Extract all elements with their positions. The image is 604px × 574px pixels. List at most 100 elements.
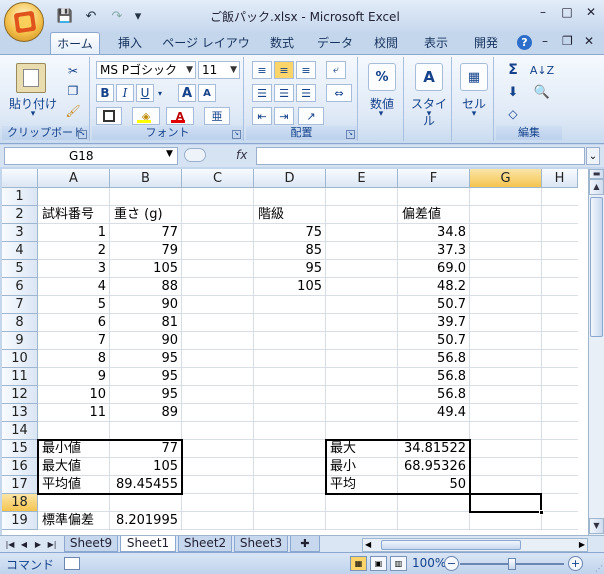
column-header-c[interactable]: C [182,169,254,188]
cell-d3[interactable]: 75 [254,224,326,242]
cell-b19[interactable]: 8.201995 [110,512,182,530]
font-launcher-icon[interactable]: ↘ [232,130,241,139]
row-header-1[interactable]: 1 [2,188,38,206]
phonetic-guide-button[interactable]: 亜 [204,107,230,125]
row-header-7[interactable]: 7 [2,296,38,314]
scroll-right-icon[interactable]: ▶ [579,539,585,551]
number-format-icon[interactable]: % [368,63,396,91]
row-header-6[interactable]: 6 [2,278,38,296]
orientation-icon[interactable]: ↗ [298,107,324,125]
cell-b17[interactable]: 89.45455 [110,476,182,494]
font-color-icon[interactable]: A [166,107,194,125]
cell-a11[interactable]: 9 [38,368,110,386]
cell-a17[interactable]: 平均値 [38,476,110,494]
cell-f12[interactable]: 56.8 [398,386,470,404]
cell-b16[interactable]: 105 [110,458,182,476]
row-header-15[interactable]: 15 [2,440,38,458]
decrease-indent-icon[interactable]: ⇤ [252,107,272,125]
column-header-e[interactable]: E [326,169,398,188]
row-header-8[interactable]: 8 [2,314,38,332]
align-right-icon[interactable]: ☰ [296,84,316,102]
insert-sheet-icon[interactable]: ✚ [290,536,320,552]
styles-icon[interactable]: A [415,63,443,91]
cell-e15[interactable]: 最大 [326,440,398,458]
cell-a12[interactable]: 10 [38,386,110,404]
borders-icon[interactable] [96,107,122,125]
ribbon-restore-button[interactable]: ❐ [562,34,573,48]
select-all-corner[interactable] [2,169,38,188]
grow-font-button[interactable]: A [178,84,196,102]
tab-formulas[interactable]: 数式 [260,32,304,54]
customize-qat-icon[interactable]: ▾ [132,7,144,25]
cell-b13[interactable]: 89 [110,404,182,422]
cell-d6[interactable]: 105 [254,278,326,296]
last-sheet-icon[interactable]: ▶| [46,538,58,551]
cell-b2[interactable]: 重さ (g) [110,206,182,224]
row-header-18[interactable]: 18 [2,494,38,512]
align-left-icon[interactable]: ☰ [252,84,272,102]
cell-f2[interactable]: 偏差値 [398,206,470,224]
zoom-slider-thumb[interactable] [508,558,516,570]
chevron-down-icon[interactable]: ▾ [424,109,434,119]
column-header-d[interactable]: D [254,169,326,188]
paste-dropdown-icon[interactable]: ▾ [28,109,38,119]
row-header-16[interactable]: 16 [2,458,38,476]
cell-b10[interactable]: 95 [110,350,182,368]
row-header-9[interactable]: 9 [2,332,38,350]
paste-icon[interactable] [16,63,46,93]
autosum-icon[interactable]: Σ [502,61,524,79]
cell-b12[interactable]: 95 [110,386,182,404]
chevron-down-icon[interactable]: ▼ [166,149,173,159]
close-button[interactable]: ✕ [582,4,600,20]
cell-e16[interactable]: 最小 [326,458,398,476]
cell-f3[interactable]: 34.8 [398,224,470,242]
help-icon[interactable]: ? [517,35,532,50]
page-break-view-icon[interactable]: ▥ [390,556,407,571]
cell-f13[interactable]: 49.4 [398,404,470,422]
prev-sheet-icon[interactable]: ◀ [18,538,30,551]
wrap-text-icon[interactable]: ⤶ [326,61,346,79]
sheet-tab-sheet9[interactable]: Sheet9 [64,536,118,552]
fill-color-icon[interactable]: ◈ [132,107,160,125]
tab-home[interactable]: ホーム [50,32,100,54]
horizontal-scroll-thumb[interactable] [381,540,521,550]
cell-f6[interactable]: 48.2 [398,278,470,296]
page-layout-view-icon[interactable]: ▣ [370,556,387,571]
tab-developer[interactable]: 開発 [466,32,506,54]
cell-b11[interactable]: 95 [110,368,182,386]
row-header-12[interactable]: 12 [2,386,38,404]
chevron-down-icon[interactable]: ▾ [469,109,479,119]
cell-a5[interactable]: 3 [38,260,110,278]
tab-page-layout[interactable]: ページ レイアウト [160,32,252,72]
tab-data[interactable]: データ [312,32,358,54]
cell-a19[interactable]: 標準偏差 [38,512,110,530]
sheet-tab-sheet3[interactable]: Sheet3 [234,536,288,552]
column-header-g[interactable]: G [470,169,542,188]
sort-filter-icon[interactable]: A↓Z [528,61,556,79]
cell-e17[interactable]: 平均 [326,476,398,494]
office-button[interactable] [4,2,44,42]
column-header-b[interactable]: B [110,169,182,188]
row-header-3[interactable]: 3 [2,224,38,242]
alignment-launcher-icon[interactable]: ↘ [346,130,355,139]
row-header-5[interactable]: 5 [2,260,38,278]
cell-b6[interactable]: 88 [110,278,182,296]
minimize-button[interactable]: – [534,4,552,20]
copy-icon[interactable]: ❐ [64,83,82,99]
fill-icon[interactable]: ⬇ [502,83,524,101]
macro-record-icon[interactable] [64,557,80,570]
redo-icon[interactable]: ↷ [106,7,128,25]
cell-f9[interactable]: 50.7 [398,332,470,350]
row-header-10[interactable]: 10 [2,350,38,368]
cut-icon[interactable]: ✂ [64,63,82,79]
underline-dropdown-icon[interactable]: ▾ [156,84,164,102]
cells-icon[interactable]: ▦ [460,63,488,91]
cell-f4[interactable]: 37.3 [398,242,470,260]
chevron-down-icon[interactable]: ▾ [376,109,386,119]
cell-a15[interactable]: 最小値 [38,440,110,458]
clear-icon[interactable]: ◇ [502,105,524,123]
increase-indent-icon[interactable]: ⇥ [274,107,294,125]
cell-b15[interactable]: 77 [110,440,182,458]
cell-d5[interactable]: 95 [254,260,326,278]
name-box[interactable]: G18 [4,147,178,165]
